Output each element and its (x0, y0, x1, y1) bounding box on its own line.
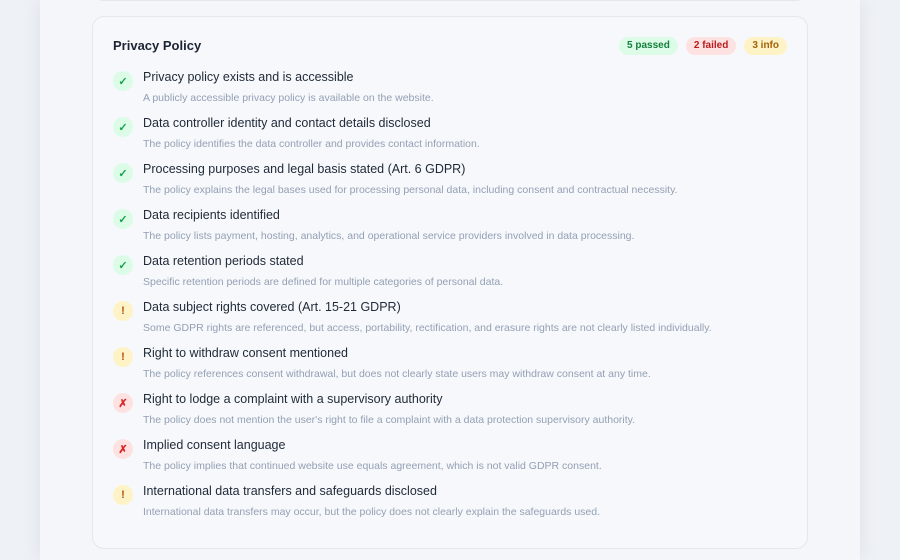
check-description: The policy explains the legal bases used… (143, 184, 678, 196)
result-badges: 5 passed 2 failed 3 info (619, 37, 787, 55)
info-count-badge: 3 info (744, 37, 787, 55)
check-description: International data transfers may occur, … (143, 506, 601, 518)
check-title: Data retention periods stated (143, 254, 304, 268)
check-item: ✓ Data controller identity and contact de… (113, 116, 787, 162)
check-icon: ✓ (113, 255, 133, 275)
check-title: Processing purposes and legal basis stat… (143, 162, 466, 176)
section-header: Privacy Policy 5 passed 2 failed 3 info (113, 37, 787, 56)
warning-icon: ! (113, 347, 133, 367)
check-description: The policy lists payment, hosting, analy… (143, 230, 635, 242)
check-title: International data transfers and safegua… (143, 484, 437, 498)
check-item: ✗ Right to lodge a complaint with a super… (113, 392, 787, 438)
check-title: Right to lodge a complaint with a superv… (143, 392, 443, 406)
check-icon: ✓ (113, 209, 133, 229)
check-icon: ✓ (113, 163, 133, 183)
check-icon: ✓ (113, 117, 133, 137)
check-item: ✓ Processing purposes and legal basis sta… (113, 162, 787, 208)
privacy-policy-section: Privacy Policy 5 passed 2 failed 3 info … (92, 16, 808, 549)
check-item: ✓ Privacy policy exists and is accessible… (113, 70, 787, 116)
check-item: ! Data subject rights covered (Art. 15-21… (113, 300, 787, 346)
check-item: ✓ Data recipients identified The policy li… (113, 208, 787, 254)
check-icon: ✓ (113, 71, 133, 91)
check-title: Privacy policy exists and is accessible (143, 70, 354, 84)
warning-icon: ! (113, 485, 133, 505)
report-page: Privacy Policy 5 passed 2 failed 3 info … (40, 0, 860, 560)
check-item: ! Right to withdraw consent mentioned The … (113, 346, 787, 392)
passed-count-badge: 5 passed (619, 37, 678, 55)
check-description: The policy references consent withdrawal… (143, 368, 651, 380)
check-item: ✓ Data retention periods stated Specific r… (113, 254, 787, 300)
failed-count-badge: 2 failed (685, 37, 737, 55)
check-title: Implied consent language (143, 438, 286, 452)
check-title: Data controller identity and contact det… (143, 116, 431, 130)
cross-icon: ✗ (113, 393, 133, 413)
check-title: Data recipients identified (143, 208, 280, 222)
check-description: Specific retention periods are defined f… (143, 276, 504, 288)
check-item: ! International data transfers and safegu… (113, 484, 787, 530)
previous-section-card (92, 0, 808, 1)
check-description: The policy implies that continued websit… (143, 460, 602, 472)
check-item: ✗ Implied consent language The policy impl… (113, 438, 787, 484)
warning-icon: ! (113, 301, 133, 321)
check-description: The policy does not mention the user's r… (143, 414, 636, 426)
check-title: Data subject rights covered (Art. 15-21 … (143, 300, 401, 314)
check-list: ✓ Privacy policy exists and is accessible… (113, 70, 787, 530)
section-title: Privacy Policy (113, 38, 202, 53)
check-title: Right to withdraw consent mentioned (143, 346, 348, 360)
check-description: Some GDPR rights are referenced, but acc… (143, 322, 712, 334)
cross-icon: ✗ (113, 439, 133, 459)
check-description: The policy identifies the data controlle… (143, 138, 480, 150)
check-description: A publicly accessible privacy policy is … (143, 92, 434, 104)
